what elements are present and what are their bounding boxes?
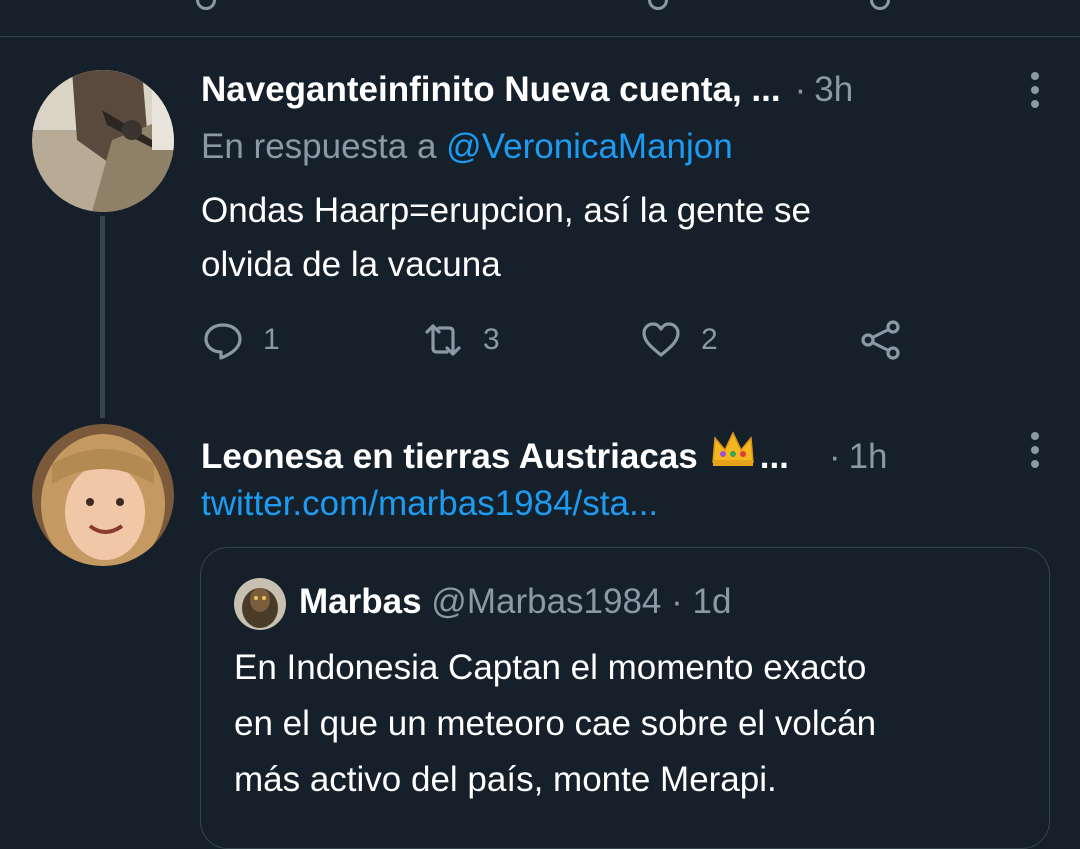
reply-count: 1 bbox=[263, 323, 280, 356]
retweet-icon bbox=[425, 324, 461, 356]
thread-line bbox=[100, 216, 105, 418]
quote-text-line: más activo del país, monte Merapi. bbox=[234, 760, 777, 799]
reply-context: En respuesta a @VeronicaManjon bbox=[201, 127, 733, 167]
quote-timestamp[interactable]: 1d bbox=[693, 582, 732, 621]
avatar[interactable] bbox=[32, 70, 174, 212]
tweet-naveganteinfinito[interactable]: Naveganteinfinito Nueva cuenta, ... · 3h… bbox=[0, 0, 1080, 420]
tweet-header: Leonesa en tierras Austriacas ... · 1h bbox=[201, 430, 1020, 477]
separator-dot: · bbox=[828, 437, 841, 476]
tweet-text: Ondas Haarp=erupcion, así la gente se ol… bbox=[201, 184, 1021, 292]
reply-handle-link[interactable]: @VeronicaManjon bbox=[446, 127, 733, 166]
like-icon bbox=[642, 322, 680, 357]
quote-display-name[interactable]: Marbas bbox=[299, 582, 422, 621]
tweet-link[interactable]: twitter.com/marbas1984/sta... bbox=[201, 484, 658, 524]
timestamp[interactable]: 3h bbox=[814, 70, 853, 110]
tweet-header: Naveganteinfinito Nueva cuenta, ... · 3h bbox=[201, 70, 1020, 110]
quote-text-line: en el que un meteoro cae sobre el volcán bbox=[234, 704, 877, 743]
tweet-actions: 1 3 2 bbox=[201, 318, 921, 368]
timestamp[interactable]: 1h bbox=[849, 437, 888, 477]
display-name[interactable]: Naveganteinfinito Nueva cuenta, ... bbox=[201, 70, 781, 110]
avatar[interactable] bbox=[32, 424, 174, 566]
quoted-tweet[interactable]: Marbas @Marbas1984 · 1d En Indonesia Cap… bbox=[200, 547, 1050, 849]
reply-icon bbox=[204, 323, 242, 360]
retweet-count: 3 bbox=[483, 323, 500, 356]
display-name[interactable]: Leonesa en tierras Austriacas bbox=[201, 437, 698, 477]
separator-dot: · bbox=[794, 70, 807, 109]
quote-handle[interactable]: @Marbas1984 bbox=[431, 582, 661, 621]
more-icon[interactable] bbox=[1030, 432, 1040, 468]
reply-prefix: En respuesta a bbox=[201, 127, 437, 166]
reply-button[interactable]: 1 bbox=[201, 318, 280, 362]
retweet-button[interactable]: 3 bbox=[421, 318, 500, 362]
quote-text: En Indonesia Captan el momento exacto en… bbox=[234, 640, 1034, 808]
crown-emoji bbox=[710, 430, 756, 473]
separator-dot: · bbox=[671, 582, 683, 621]
name-ellipsis: ... bbox=[759, 437, 789, 476]
share-button[interactable] bbox=[859, 318, 903, 362]
more-icon[interactable] bbox=[1030, 72, 1040, 108]
share-icon bbox=[861, 320, 900, 360]
tweet-text-line: olvida de la vacuna bbox=[201, 245, 501, 284]
like-button[interactable]: 2 bbox=[639, 318, 718, 362]
quote-text-line: En Indonesia Captan el momento exacto bbox=[234, 648, 867, 687]
quote-avatar[interactable] bbox=[234, 578, 286, 630]
like-count: 2 bbox=[701, 323, 718, 356]
tweet-text-line: Ondas Haarp=erupcion, así la gente se bbox=[201, 191, 811, 230]
quote-header: Marbas @Marbas1984 · 1d bbox=[299, 582, 731, 622]
